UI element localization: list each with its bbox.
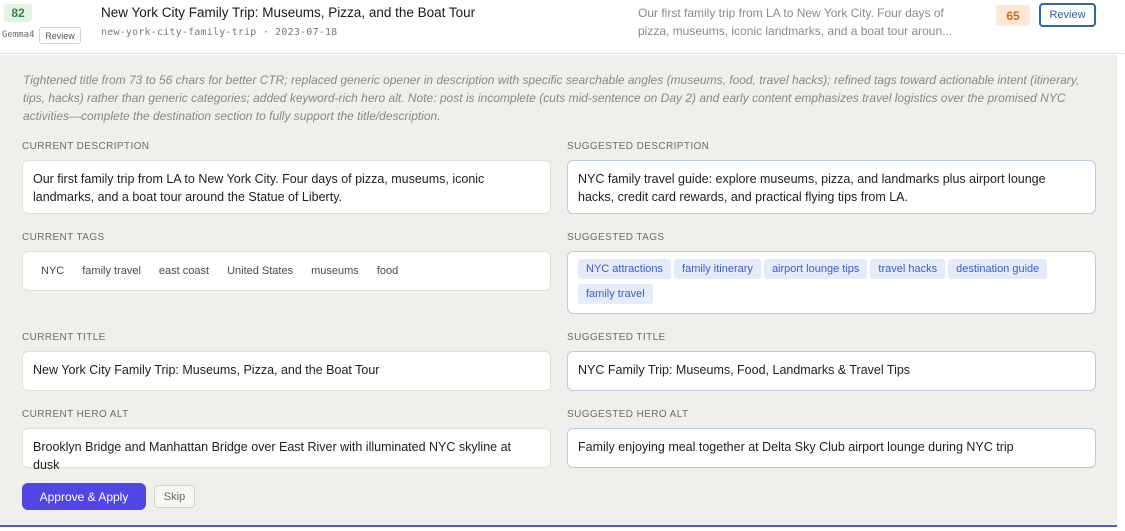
review-note: Tightened title from 73 to 56 chars for … (23, 73, 1080, 123)
review-panel: Tightened title from 73 to 56 chars for … (0, 55, 1117, 525)
post-row-header[interactable]: 82 Gemma4 Review New York City Family Tr… (0, 0, 1125, 54)
suggested-tag[interactable]: airport lounge tips (763, 259, 868, 279)
suggested-hero-alt-field[interactable]: Family enjoying meal together at Delta S… (567, 428, 1096, 468)
review-small-button[interactable]: Review (39, 27, 81, 44)
skip-button[interactable]: Skip (154, 485, 195, 508)
current-hero-alt-box: Brooklyn Bridge and Manhattan Bridge ove… (22, 428, 551, 472)
approve-apply-button[interactable]: Approve & Apply (22, 483, 146, 510)
suggested-tag[interactable]: travel hacks (870, 259, 946, 279)
post-slug-date: new-york-city-family-trip · 2023-07-18 (101, 27, 338, 38)
suggested-tags-label: Suggested Tags (567, 232, 665, 243)
suggested-description-field[interactable]: NYC family travel guide: explore museums… (567, 160, 1096, 214)
panel-bottom-divider (0, 525, 1117, 527)
suggested-tags-box[interactable]: NYC attractions family itinerary airport l… (567, 251, 1096, 314)
suggested-hero-alt-label: Suggested Hero Alt (567, 409, 689, 420)
suggested-tag[interactable]: family travel (578, 284, 653, 304)
post-description-preview: Our first family trip from LA to New Yor… (638, 6, 953, 38)
current-tags-box: NYC family travel east coast United States m… (22, 251, 551, 291)
model-label: Gemma4 (2, 30, 35, 40)
current-tag: NYC (41, 265, 65, 277)
current-tag: family travel (82, 265, 141, 277)
current-hero-alt-label: Current Hero Alt (22, 409, 129, 420)
post-title: New York City Family Trip: Museums, Pizz… (101, 5, 476, 20)
current-description-box: Our first family trip from LA to New Yor… (22, 160, 551, 214)
current-description-label: Current Description (22, 141, 150, 152)
score-badge-seo: 65 (996, 5, 1030, 26)
current-tag: east coast (158, 265, 210, 277)
suggested-tag[interactable]: destination guide (948, 259, 1048, 279)
suggested-title-field[interactable]: NYC Family Trip: Museums, Food, Landmark… (567, 351, 1096, 391)
suggested-tag[interactable]: NYC attractions (578, 259, 672, 279)
current-title-label: Current Title (22, 332, 106, 343)
current-tag: museums (311, 265, 359, 277)
current-tags-label: Current Tags (22, 232, 105, 243)
current-tag: food (376, 265, 399, 277)
suggested-tag[interactable]: family itinerary (674, 259, 761, 279)
score-badge-model: 82 (4, 4, 32, 22)
current-title-box: New York City Family Trip: Museums, Pizz… (22, 351, 551, 391)
review-button[interactable]: Review (1039, 3, 1096, 27)
suggested-title-label: Suggested Title (567, 332, 666, 343)
current-tag: United States (227, 265, 294, 277)
suggested-description-label: Suggested Description (567, 141, 710, 152)
